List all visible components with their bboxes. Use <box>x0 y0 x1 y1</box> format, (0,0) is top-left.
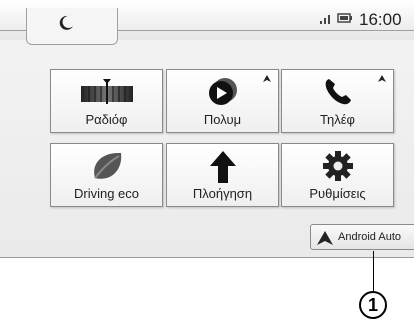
night-mode-tab[interactable] <box>26 8 118 45</box>
media-tile[interactable]: Πολυμ <box>166 69 279 133</box>
callout-line <box>373 251 374 291</box>
tile-label: Πολυμ <box>203 112 242 127</box>
tile-label: Ραδιόφ <box>85 112 128 127</box>
badge-arrow-icon <box>378 75 386 82</box>
callout-number: 1 <box>359 291 387 319</box>
navigation-arrow-icon <box>209 151 236 183</box>
moon-icon <box>59 15 73 30</box>
phone-icon <box>325 79 351 105</box>
radio-icon <box>80 79 133 104</box>
clock: 16:00 <box>359 10 402 29</box>
badge-arrow-icon <box>263 75 271 82</box>
tile-label: Τηλέφ <box>320 112 355 127</box>
signal-icon <box>320 15 330 24</box>
divider <box>116 30 414 31</box>
android-auto-label: Android Auto <box>338 231 401 243</box>
battery-icon <box>337 13 352 23</box>
tile-label: Πλοήγηση <box>192 186 253 201</box>
android-auto-icon <box>317 231 333 245</box>
android-auto-button[interactable]: Android Auto <box>310 224 414 250</box>
radio-tile[interactable]: Ραδιόφ <box>50 69 163 133</box>
status-bar: 16:00 <box>0 0 414 45</box>
divider <box>0 30 27 31</box>
gear-icon <box>322 151 353 181</box>
head-unit-screen: 16:00 Ραδιόφ Πολυμ Τηλέφ Driving eco Πλο… <box>0 0 414 258</box>
media-play-icon <box>208 78 237 105</box>
leaf-icon <box>93 152 121 179</box>
tile-label: Driving eco <box>73 186 140 201</box>
phone-tile[interactable]: Τηλέφ <box>281 69 394 133</box>
driving-eco-tile[interactable]: Driving eco <box>50 143 163 207</box>
settings-tile[interactable]: Ρυθμίσεις <box>281 143 394 207</box>
tile-label: Ρυθμίσεις <box>309 186 366 201</box>
navigation-tile[interactable]: Πλοήγηση <box>166 143 279 207</box>
